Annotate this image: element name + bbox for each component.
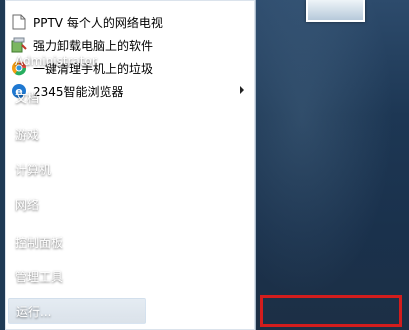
places-item-label: 管理工具	[15, 269, 64, 284]
submenu-arrow-icon	[240, 86, 244, 94]
places-pane	[256, 0, 409, 330]
places-item-control-panel[interactable]: 控制面板	[8, 229, 146, 255]
places-item-label: 控制面板	[15, 235, 64, 250]
program-label: PPTV 每个人的网络电视	[33, 15, 163, 30]
places-item-label: 游戏	[15, 127, 40, 142]
places-item-label: 网络	[15, 197, 40, 212]
places-item-label: 计算机	[15, 162, 52, 177]
places-item-label: 文档	[15, 90, 40, 105]
places-item-run[interactable]: 运行...	[8, 298, 146, 324]
places-item-label: 运行...	[16, 304, 52, 319]
separator	[14, 223, 134, 224]
places-item-computer[interactable]: 计算机	[8, 156, 146, 182]
pane-gloss	[256, 0, 409, 330]
document-icon	[11, 14, 27, 30]
user-picture[interactable]	[306, 0, 365, 22]
start-menu: PPTV 每个人的网络电视 强力卸载电脑上的软件 一键清理手机上的垃圾 e 23…	[0, 0, 409, 330]
places-item-games[interactable]: 游戏	[8, 121, 146, 147]
submenu-arrow-icon	[134, 272, 138, 280]
places-item-label: Administrator	[15, 54, 97, 68]
places-item-admin-tools[interactable]: 管理工具	[8, 263, 146, 289]
places-item-network[interactable]: 网络	[8, 191, 146, 217]
highlight-box	[260, 295, 402, 327]
separator	[14, 116, 134, 117]
places-item-documents[interactable]: 文档	[8, 84, 146, 110]
places-item-administrator[interactable]: Administrator	[8, 48, 146, 74]
program-item-pptv[interactable]: PPTV 每个人的网络电视	[5, 11, 255, 33]
